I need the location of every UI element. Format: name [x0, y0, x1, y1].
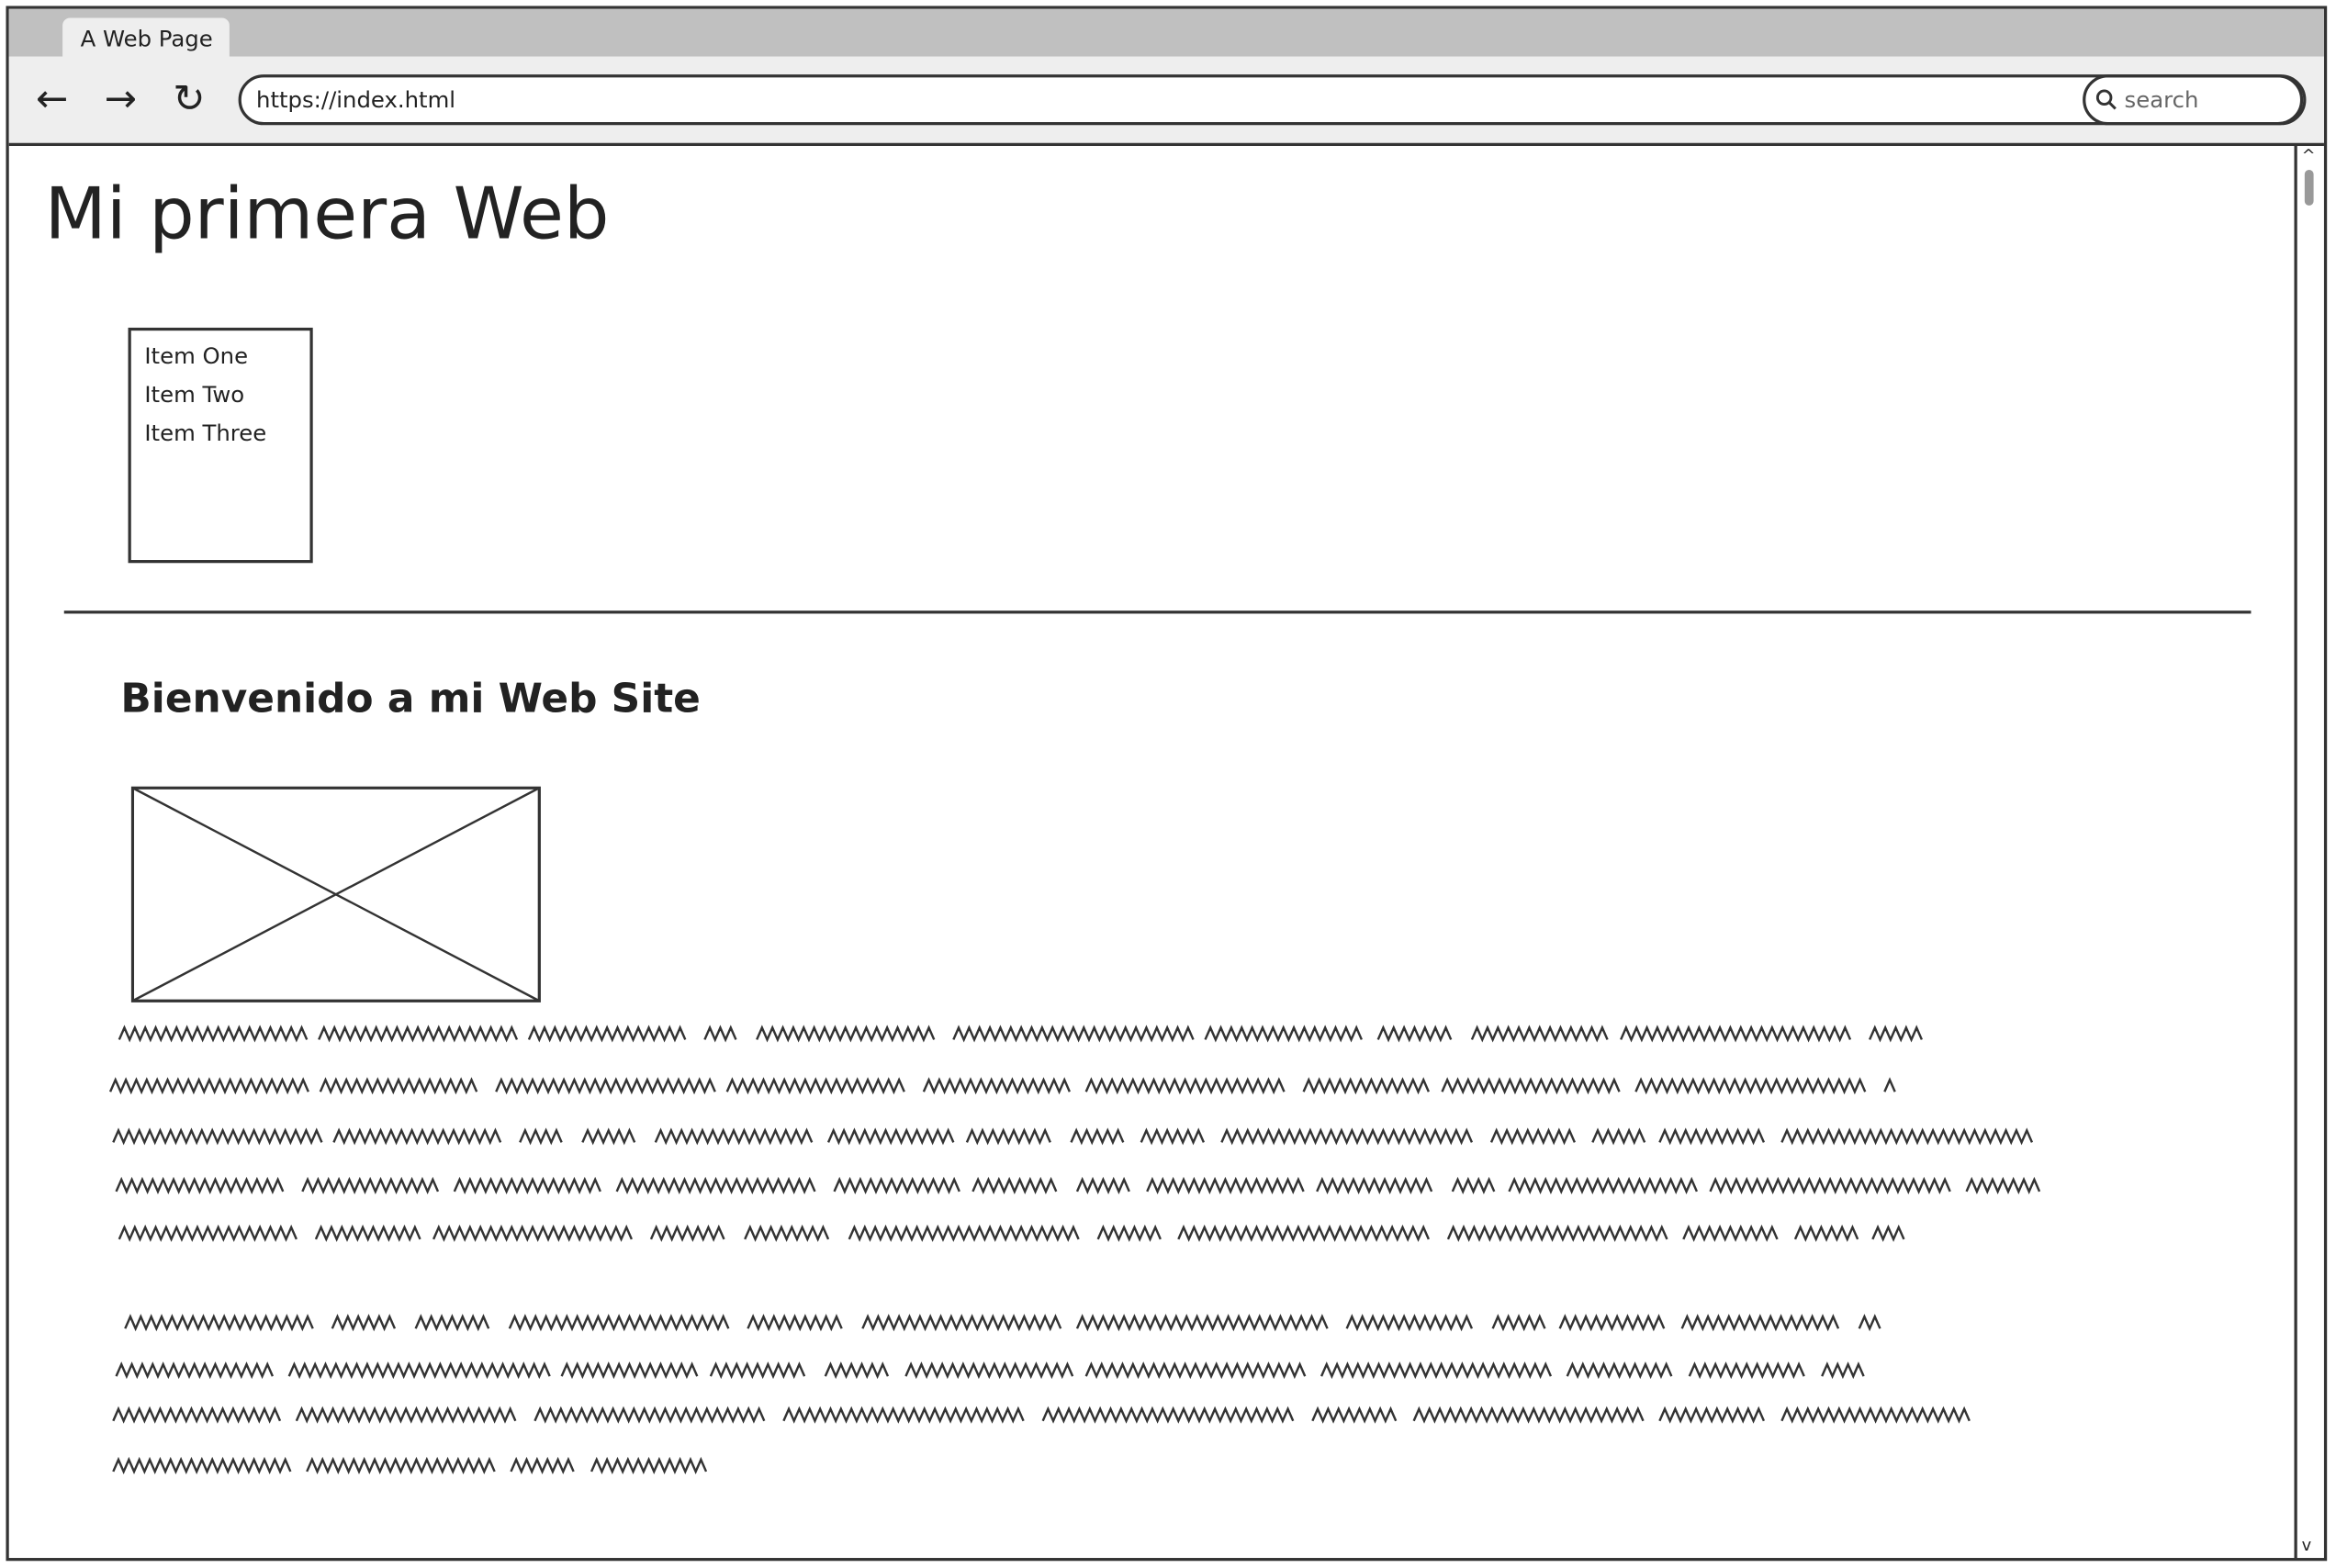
scribble-text-line — [112, 1127, 2034, 1146]
scribble-text-line — [108, 1077, 1896, 1095]
placeholder-text — [108, 1025, 2041, 1474]
scribble-text-line — [118, 1025, 1924, 1043]
scribble-text-line — [115, 1176, 2041, 1194]
scribble-text-line — [112, 1406, 1971, 1424]
scribble-text-line — [115, 1361, 1865, 1380]
scribble-text-line — [124, 1314, 1881, 1332]
scribble-text-line — [118, 1224, 1905, 1242]
browser-window: A Web Page ← → ↻ https://index.html sear… — [0, 0, 2336, 1568]
scribble-text-line — [112, 1456, 708, 1474]
